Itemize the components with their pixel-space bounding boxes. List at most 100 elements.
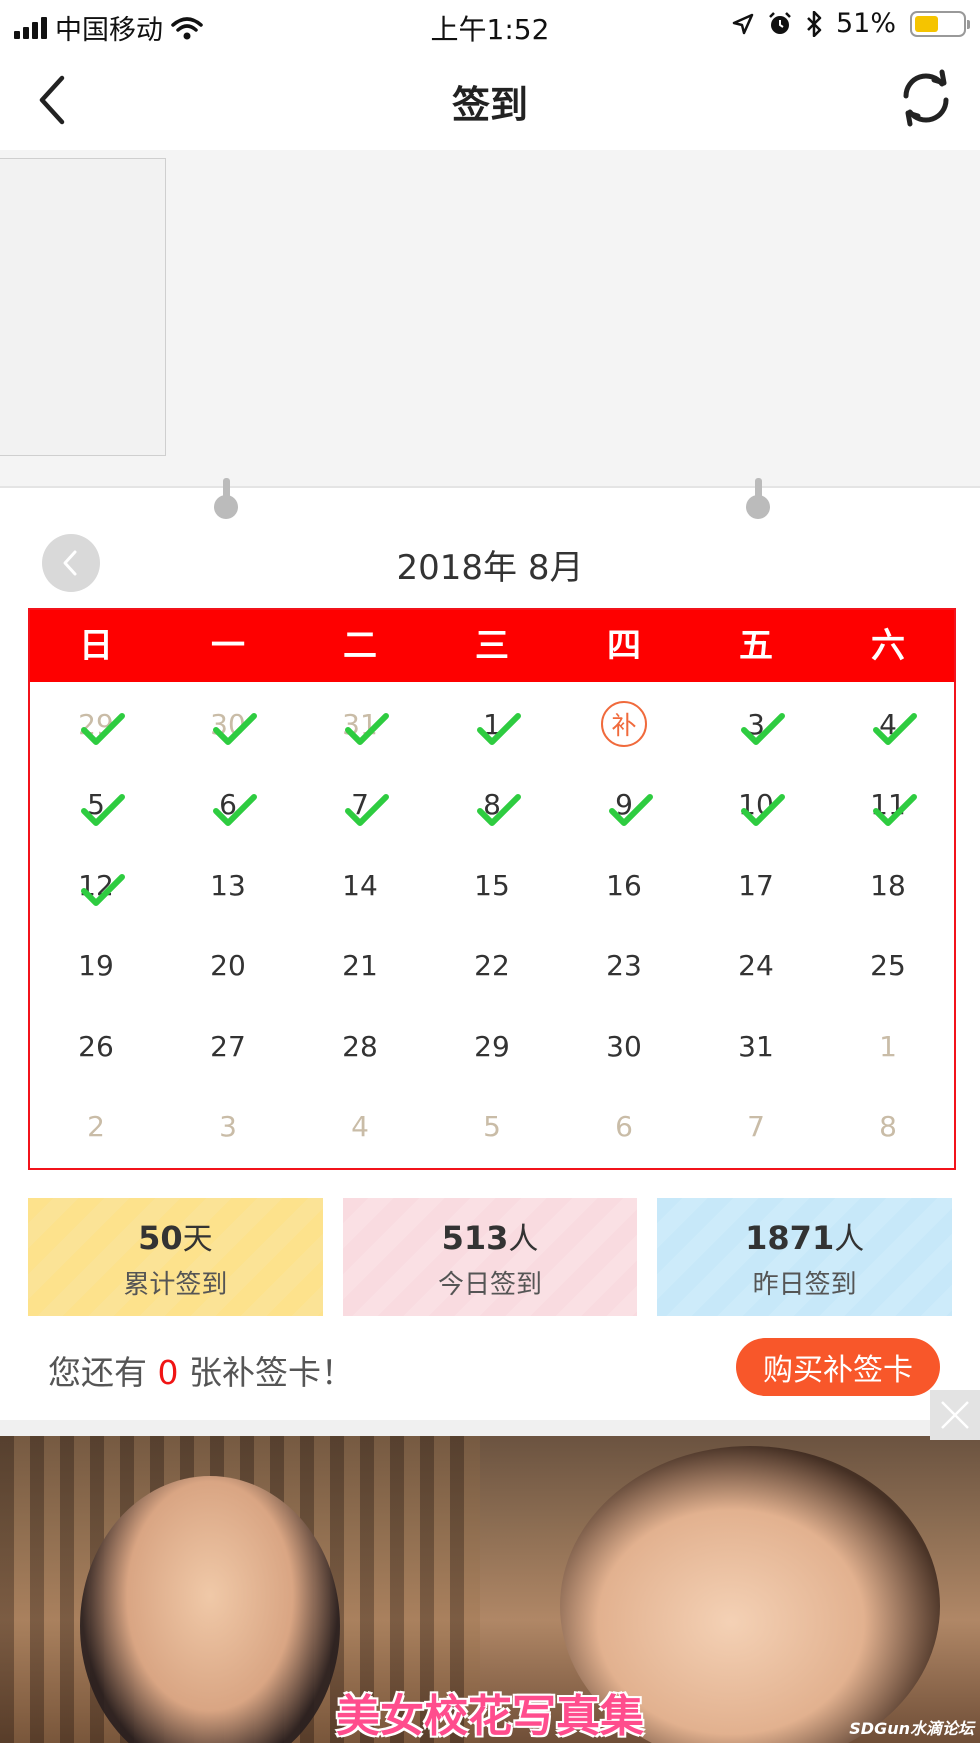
stat-label: 累计签到 bbox=[123, 1269, 228, 1300]
day-number: 1 bbox=[879, 1029, 897, 1063]
calendar-day[interactable]: 3 bbox=[690, 684, 822, 765]
close-icon bbox=[941, 1401, 969, 1429]
calendar-day[interactable]: 5 bbox=[426, 1087, 558, 1168]
calendar-day[interactable]: 7 bbox=[294, 765, 426, 846]
day-number: 25 bbox=[870, 949, 906, 983]
calendar-day[interactable]: 23 bbox=[558, 926, 690, 1007]
weekday-wed: 三 bbox=[475, 626, 509, 666]
calendar-day[interactable]: 3 bbox=[162, 1087, 294, 1168]
calendar-day[interactable]: 补 bbox=[558, 684, 690, 765]
signed-check-icon bbox=[213, 793, 257, 826]
day-number: 23 bbox=[606, 949, 642, 983]
watermark: SDGun水滴论坛 bbox=[849, 1719, 974, 1738]
calendar-day[interactable]: 11 bbox=[822, 765, 954, 846]
calendar-day[interactable]: 5 bbox=[30, 765, 162, 846]
calendar-day[interactable]: 12 bbox=[30, 845, 162, 926]
makeup-badge[interactable]: 补 bbox=[601, 701, 647, 748]
calendar-day[interactable]: 13 bbox=[162, 845, 294, 926]
day-number: 29 bbox=[474, 1029, 510, 1063]
day-number: 8 bbox=[879, 1110, 897, 1144]
bluetooth-icon bbox=[807, 10, 822, 37]
weekday-thu: 四 bbox=[607, 626, 641, 666]
signed-check-icon bbox=[81, 874, 125, 907]
calendar-day[interactable]: 14 bbox=[294, 845, 426, 926]
day-number: 16 bbox=[606, 868, 642, 902]
day-number: 5 bbox=[483, 1110, 501, 1144]
calendar-day[interactable]: 9 bbox=[558, 765, 690, 846]
signed-check-icon bbox=[873, 713, 917, 746]
calendar-day[interactable]: 8 bbox=[822, 1087, 954, 1168]
calendar-day[interactable]: 16 bbox=[558, 845, 690, 926]
weekday-mon: 一 bbox=[211, 626, 245, 666]
weekday-sun: 日 bbox=[79, 626, 113, 666]
calendar-day[interactable]: 6 bbox=[162, 765, 294, 846]
calendar-day[interactable]: 30 bbox=[558, 1006, 690, 1087]
day-number: 28 bbox=[342, 1029, 378, 1063]
calendar-day[interactable]: 29 bbox=[30, 684, 162, 765]
calendar-day[interactable]: 2 bbox=[30, 1087, 162, 1168]
ad-close-button[interactable] bbox=[930, 1390, 980, 1440]
battery-icon bbox=[910, 10, 970, 37]
calendar-days-grid: 29 30 31 1 补 3 4 5 6 7 8 9 10 11 12 13 14 15 16 17 18 19 20 21 2… bbox=[30, 682, 954, 1167]
calendar-day[interactable]: 25 bbox=[822, 926, 954, 1007]
month-title: 2018年 8月 bbox=[396, 548, 584, 588]
calendar-day[interactable]: 8 bbox=[426, 765, 558, 846]
signed-check-icon bbox=[345, 793, 389, 826]
calendar-day[interactable]: 30 bbox=[162, 684, 294, 765]
day-number: 20 bbox=[210, 949, 246, 983]
signed-check-icon bbox=[873, 793, 917, 826]
day-number: 31 bbox=[738, 1029, 774, 1063]
day-number: 18 bbox=[870, 868, 906, 902]
calendar-day[interactable]: 31 bbox=[690, 1006, 822, 1087]
day-number: 4 bbox=[351, 1110, 369, 1144]
day-number: 7 bbox=[747, 1110, 765, 1144]
calendar-day[interactable]: 24 bbox=[690, 926, 822, 1007]
ad-caption: 美女校花写真集 bbox=[336, 1691, 644, 1742]
calendar-day[interactable]: 22 bbox=[426, 926, 558, 1007]
calendar-day[interactable]: 18 bbox=[822, 845, 954, 926]
calendar-day[interactable]: 4 bbox=[294, 1087, 426, 1168]
calendar-day[interactable]: 4 bbox=[822, 684, 954, 765]
refresh-icon[interactable] bbox=[894, 66, 958, 130]
calendar-day[interactable]: 26 bbox=[30, 1006, 162, 1087]
signed-check-icon bbox=[81, 713, 125, 746]
status-bar: 中国移动 上午1:52 51% bbox=[0, 0, 980, 50]
ad-separator bbox=[0, 1420, 980, 1436]
signed-check-icon bbox=[609, 793, 653, 826]
ad-banner[interactable]: 美女校花写真集 SDGun水滴论坛 bbox=[0, 1436, 980, 1743]
calendar-day[interactable]: 20 bbox=[162, 926, 294, 1007]
day-number: 17 bbox=[738, 868, 774, 902]
calendar-day[interactable]: 19 bbox=[30, 926, 162, 1007]
signed-check-icon bbox=[741, 793, 785, 826]
day-number: 6 bbox=[615, 1110, 633, 1144]
alarm-icon bbox=[769, 11, 791, 34]
weekday-fri: 五 bbox=[739, 626, 773, 666]
calendar-day[interactable]: 17 bbox=[690, 845, 822, 926]
calendar-day[interactable]: 28 bbox=[294, 1006, 426, 1087]
sign-in-stats: 50天 累计签到 513人 今日签到 1871人 昨日签到 bbox=[28, 1198, 953, 1316]
calendar-day[interactable]: 1 bbox=[426, 684, 558, 765]
calendar-day[interactable]: 29 bbox=[426, 1006, 558, 1087]
sign-in-page: 中国移动 上午1:52 51% 签到 2018年 8月 日 一 二 三 四 五 … bbox=[0, 0, 980, 1743]
stat-total-days: 50天 累计签到 bbox=[28, 1198, 323, 1316]
signed-check-icon bbox=[477, 713, 521, 746]
stat-label: 今日签到 bbox=[438, 1269, 543, 1300]
calendar-day[interactable]: 1 bbox=[822, 1006, 954, 1087]
banner-image-placeholder[interactable] bbox=[0, 158, 166, 456]
calendar-day[interactable]: 6 bbox=[558, 1087, 690, 1168]
page-title: 签到 bbox=[451, 83, 528, 127]
makeup-card-row: 您还有 0 张补签卡！ 购买补签卡 bbox=[0, 1330, 980, 1402]
makeup-card-info: 您还有 0 张补签卡！ bbox=[48, 1353, 354, 1392]
calendar-day[interactable]: 10 bbox=[690, 765, 822, 846]
day-number: 27 bbox=[210, 1029, 246, 1063]
buy-makeup-card-button[interactable]: 购买补签卡 bbox=[736, 1338, 940, 1396]
day-number: 3 bbox=[219, 1110, 237, 1144]
calendar-day[interactable]: 15 bbox=[426, 845, 558, 926]
calendar-day[interactable]: 27 bbox=[162, 1006, 294, 1087]
calendar-day[interactable]: 31 bbox=[294, 684, 426, 765]
calendar-day[interactable]: 21 bbox=[294, 926, 426, 1007]
calendar-day[interactable]: 7 bbox=[690, 1087, 822, 1168]
battery-percent: 51% bbox=[835, 8, 896, 39]
calendar-hanger-right bbox=[746, 478, 770, 519]
calendar-hanger-left bbox=[214, 478, 238, 519]
